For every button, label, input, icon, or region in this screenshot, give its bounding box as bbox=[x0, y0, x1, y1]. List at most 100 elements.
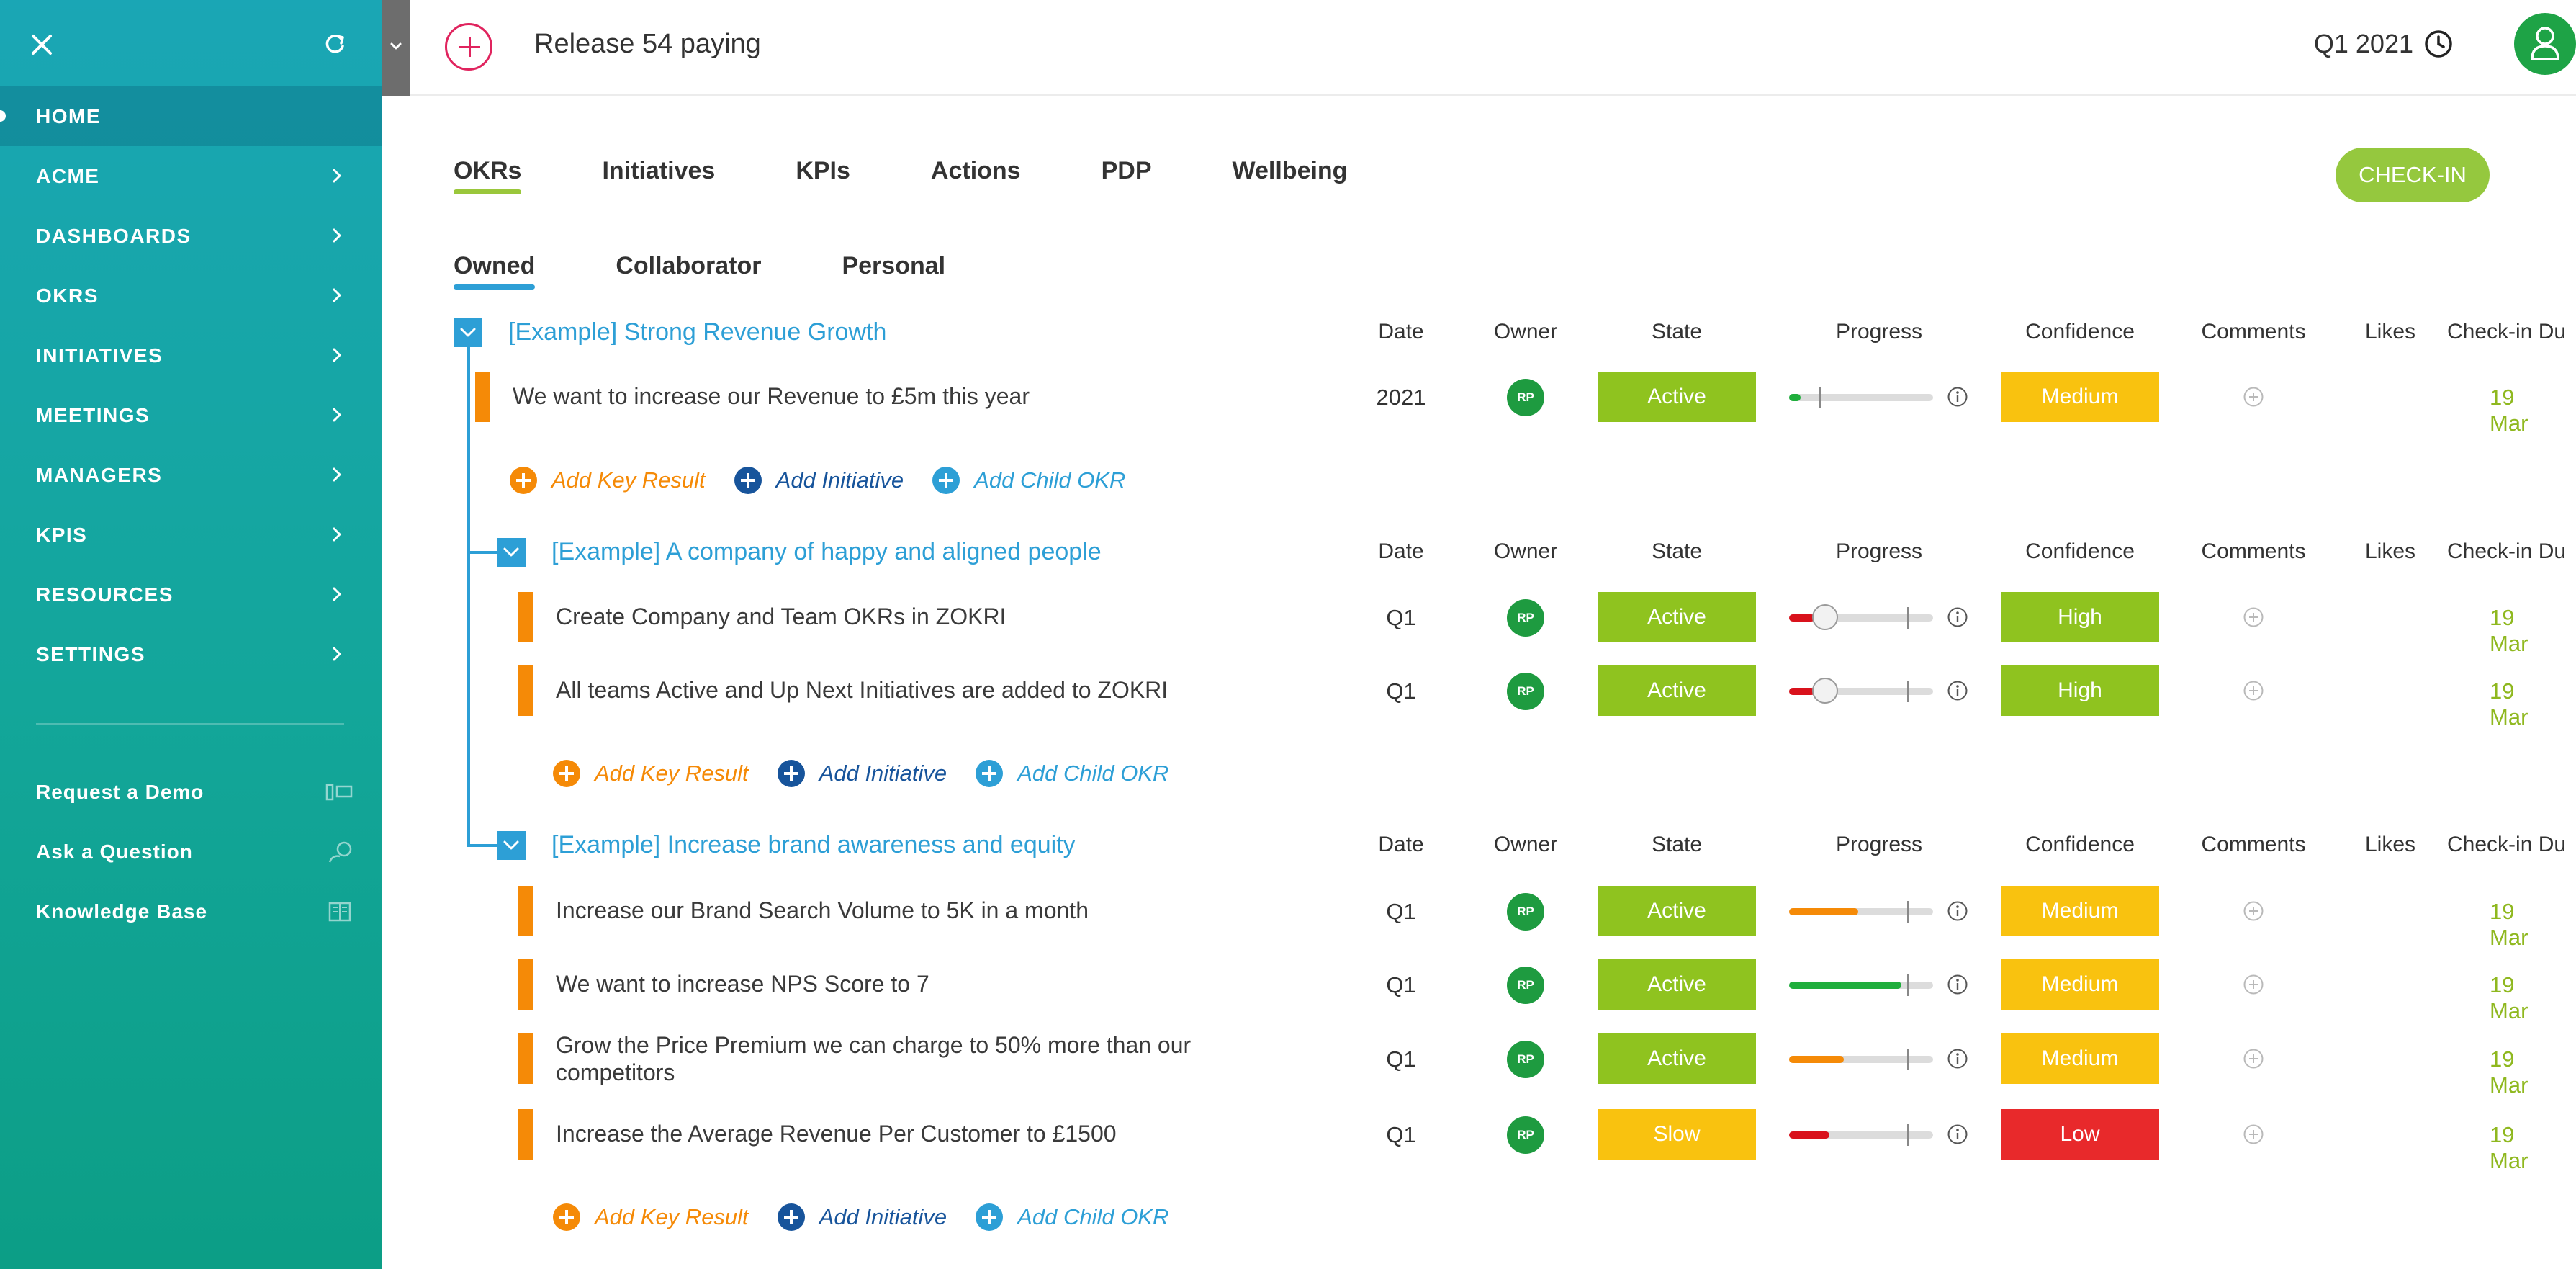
subtab-collaborator[interactable]: Collaborator bbox=[616, 252, 761, 292]
add-initiative-button[interactable]: Add Initiative bbox=[734, 467, 904, 494]
tab-kpis[interactable]: KPIs bbox=[796, 157, 850, 197]
add-comment-icon[interactable] bbox=[2243, 680, 2264, 701]
sidebar-collapse-toggle[interactable] bbox=[382, 0, 410, 96]
objective-title[interactable]: [Example] A company of happy and aligned… bbox=[551, 538, 1102, 566]
add-key-result-button[interactable]: Add Key Result bbox=[553, 760, 749, 787]
add-comment-icon[interactable] bbox=[2243, 1124, 2264, 1145]
tab-initiatives[interactable]: Initiatives bbox=[602, 157, 715, 197]
objective-title[interactable]: [Example] Increase brand awareness and e… bbox=[551, 831, 1076, 859]
info-icon[interactable] bbox=[1947, 1124, 1968, 1145]
owner-avatar[interactable]: RP bbox=[1507, 1116, 1544, 1154]
sidebar-item-settings[interactable]: SETTINGS bbox=[0, 624, 382, 684]
sidebar-item-meetings[interactable]: MEETINGS bbox=[0, 385, 382, 445]
objective-collapse-toggle[interactable] bbox=[454, 318, 482, 347]
key-result-title[interactable]: We want to increase NPS Score to 7 bbox=[556, 970, 1276, 997]
add-actions-row: Add Key Result Add Initiative Add Child OK… bbox=[510, 467, 1154, 494]
key-result-title[interactable]: All teams Active and Up Next Initiatives… bbox=[556, 676, 1276, 704]
info-icon[interactable] bbox=[1947, 1048, 1968, 1070]
key-result-title[interactable]: Create Company and Team OKRs in ZOKRI bbox=[556, 603, 1276, 630]
progress-slider[interactable] bbox=[1789, 603, 1933, 632]
state-badge[interactable]: Active bbox=[1598, 665, 1756, 716]
progress-slider[interactable] bbox=[1789, 1044, 1933, 1073]
progress-slider[interactable] bbox=[1789, 970, 1933, 999]
tab-wellbeing[interactable]: Wellbeing bbox=[1233, 157, 1348, 197]
state-badge[interactable]: Active bbox=[1598, 592, 1756, 642]
tab-actions[interactable]: Actions bbox=[931, 157, 1021, 197]
subtab-owned[interactable]: Owned bbox=[454, 252, 536, 292]
sidebar-item-okrs[interactable]: OKRS bbox=[0, 266, 382, 326]
info-icon[interactable] bbox=[1947, 606, 1968, 628]
user-avatar[interactable] bbox=[2514, 13, 2576, 75]
state-badge[interactable]: Active bbox=[1598, 959, 1756, 1010]
info-icon[interactable] bbox=[1947, 680, 1968, 701]
owner-avatar[interactable]: RP bbox=[1507, 599, 1544, 637]
period-selector[interactable]: Q1 2021 bbox=[2314, 29, 2454, 59]
column-header-state: State bbox=[1651, 320, 1703, 344]
add-initiative-button[interactable]: Add Initiative bbox=[777, 1203, 947, 1231]
owner-avatar[interactable]: RP bbox=[1507, 673, 1544, 710]
sidebar-item-resources[interactable]: RESOURCES bbox=[0, 565, 382, 624]
tab-pdp[interactable]: PDP bbox=[1102, 157, 1152, 197]
add-comment-icon[interactable] bbox=[2243, 1048, 2264, 1070]
confidence-badge[interactable]: Medium bbox=[2001, 886, 2159, 936]
add-key-result-button[interactable]: Add Key Result bbox=[553, 1203, 749, 1231]
add-child-okr-button[interactable]: Add Child OKR bbox=[976, 760, 1168, 787]
sidebar-item-acme[interactable]: ACME bbox=[0, 146, 382, 206]
owner-avatar[interactable]: RP bbox=[1507, 379, 1544, 416]
confidence-badge[interactable]: High bbox=[2001, 665, 2159, 716]
progress-slider[interactable] bbox=[1789, 382, 1933, 411]
progress-slider[interactable] bbox=[1789, 897, 1933, 925]
owner-avatar[interactable]: RP bbox=[1507, 967, 1544, 1004]
owner-avatar[interactable]: RP bbox=[1507, 1041, 1544, 1078]
add-initiative-button[interactable]: Add Initiative bbox=[777, 760, 947, 787]
sidebar-divider bbox=[36, 723, 344, 725]
refresh-icon[interactable] bbox=[323, 32, 347, 56]
add-child-okr-button[interactable]: Add Child OKR bbox=[976, 1203, 1168, 1231]
confidence-badge[interactable]: Medium bbox=[2001, 959, 2159, 1010]
book-icon bbox=[328, 902, 351, 922]
key-result-title[interactable]: Grow the Price Premium we can charge to … bbox=[556, 1031, 1225, 1086]
confidence-badge[interactable]: Medium bbox=[2001, 1033, 2159, 1084]
add-key-result-button[interactable]: Add Key Result bbox=[510, 467, 706, 494]
add-child-okr-button[interactable]: Add Child OKR bbox=[932, 467, 1125, 494]
progress-slider[interactable] bbox=[1789, 1120, 1933, 1149]
request-demo-link[interactable]: Request a Demo bbox=[0, 762, 382, 822]
sidebar-item-home[interactable]: HOME bbox=[0, 86, 382, 146]
progress-handle[interactable] bbox=[1812, 678, 1838, 704]
sidebar-item-managers[interactable]: MANAGERS bbox=[0, 445, 382, 505]
subtab-personal[interactable]: Personal bbox=[842, 252, 945, 292]
objective-title[interactable]: [Example] Strong Revenue Growth bbox=[508, 318, 886, 346]
check-in-button[interactable]: CHECK-IN bbox=[2336, 148, 2490, 202]
progress-slider[interactable] bbox=[1789, 676, 1933, 705]
add-comment-icon[interactable] bbox=[2243, 386, 2264, 408]
objective-collapse-toggle[interactable] bbox=[497, 538, 526, 567]
key-result-title[interactable]: Increase our Brand Search Volume to 5K i… bbox=[556, 897, 1276, 924]
add-comment-icon[interactable] bbox=[2243, 900, 2264, 922]
confidence-badge[interactable]: High bbox=[2001, 592, 2159, 642]
owner-avatar[interactable]: RP bbox=[1507, 893, 1544, 931]
state-badge[interactable]: Active bbox=[1598, 372, 1756, 422]
close-icon[interactable] bbox=[27, 30, 56, 59]
plus-icon bbox=[734, 467, 762, 494]
ask-question-link[interactable]: Ask a Question bbox=[0, 822, 382, 882]
key-result-title[interactable]: We want to increase our Revenue to £5m t… bbox=[513, 382, 1233, 410]
sidebar-item-dashboards[interactable]: DASHBOARDS bbox=[0, 206, 382, 266]
state-badge[interactable]: Active bbox=[1598, 886, 1756, 936]
add-comment-icon[interactable] bbox=[2243, 974, 2264, 995]
knowledge-base-link[interactable]: Knowledge Base bbox=[0, 882, 382, 941]
tab-okrs[interactable]: OKRs bbox=[454, 157, 522, 197]
confidence-badge[interactable]: Low bbox=[2001, 1109, 2159, 1160]
state-badge[interactable]: Active bbox=[1598, 1033, 1756, 1084]
state-badge[interactable]: Slow bbox=[1598, 1109, 1756, 1160]
sidebar-item-initiatives[interactable]: INITIATIVES bbox=[0, 326, 382, 385]
confidence-badge[interactable]: Medium bbox=[2001, 372, 2159, 422]
info-icon[interactable] bbox=[1947, 386, 1968, 408]
info-icon[interactable] bbox=[1947, 900, 1968, 922]
info-icon[interactable] bbox=[1947, 974, 1968, 995]
sidebar-item-kpis[interactable]: KPIS bbox=[0, 505, 382, 565]
add-button[interactable] bbox=[445, 23, 492, 71]
key-result-title[interactable]: Increase the Average Revenue Per Custome… bbox=[556, 1120, 1276, 1147]
objective-collapse-toggle[interactable] bbox=[497, 831, 526, 860]
progress-handle[interactable] bbox=[1812, 604, 1838, 630]
add-comment-icon[interactable] bbox=[2243, 606, 2264, 628]
